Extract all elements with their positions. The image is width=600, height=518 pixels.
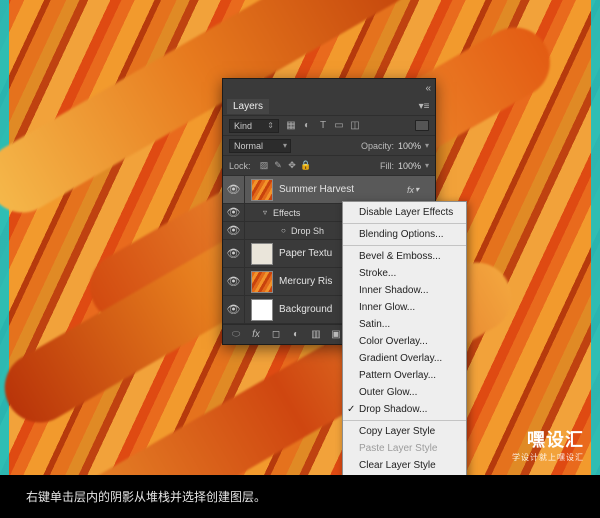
cm-blending-options[interactable]: Blending Options...: [343, 226, 466, 243]
cm-separator: [343, 223, 466, 224]
fill-label: Fill:: [380, 161, 394, 171]
panel-titlebar: «: [223, 79, 435, 97]
new-group-icon[interactable]: ▥: [309, 328, 323, 342]
visibility-icon[interactable]: 👁: [223, 222, 245, 239]
fill-value[interactable]: 100%: [398, 161, 421, 171]
link-layers-icon[interactable]: ⬭: [229, 328, 243, 342]
filter-toggle[interactable]: [415, 120, 429, 131]
cm-stroke[interactable]: Stroke...: [343, 265, 466, 282]
tutorial-caption: 右键单击层内的阴影从堆栈并选择创建图层。: [0, 475, 600, 518]
lock-position-icon[interactable]: ✥: [287, 160, 298, 171]
layer-fx-badge[interactable]: fx▾: [407, 185, 435, 195]
filter-type-icon[interactable]: T: [317, 120, 329, 132]
new-layer-icon[interactable]: ▣: [329, 328, 343, 342]
layer-thumbnail[interactable]: [251, 299, 273, 321]
lock-label: Lock:: [229, 161, 251, 171]
caption-text: 右键单击层内的阴影从堆栈并选择创建图层。: [26, 488, 266, 505]
filter-smart-icon[interactable]: ◫: [349, 120, 361, 132]
effects-label: Effects: [273, 208, 300, 218]
opacity-value[interactable]: 100%: [398, 141, 421, 151]
panel-menu-icon[interactable]: ▾≡: [417, 101, 431, 112]
lock-transparency-icon[interactable]: ▨: [259, 160, 270, 171]
cm-bevel-emboss[interactable]: Bevel & Emboss...: [343, 248, 466, 265]
cm-outer-glow[interactable]: Outer Glow...: [343, 384, 466, 401]
canvas-background: « Layers ▾≡ Kind ⇕ ▦ ◐ T ▭ ◫ Normal: [0, 0, 600, 475]
lock-all-icon[interactable]: 🔒: [301, 160, 312, 171]
layer-name: Summer Harvest: [279, 184, 407, 195]
cm-separator: [343, 245, 466, 246]
blend-row: Normal Opacity: 100% ▾: [223, 135, 435, 155]
visibility-icon[interactable]: 👁: [223, 176, 245, 203]
cm-paste-layer-style: Paste Layer Style: [343, 440, 466, 457]
blend-mode-select[interactable]: Normal: [229, 139, 291, 153]
filter-adjust-icon[interactable]: ◐: [301, 120, 313, 132]
opacity-slider-caret-icon[interactable]: ▾: [425, 141, 429, 150]
layer-row-summer-harvest[interactable]: 👁 Summer Harvest fx▾: [223, 176, 435, 204]
layer-thumbnail[interactable]: [251, 179, 273, 201]
watermark-tagline: 学设计就上嘿设汇: [512, 452, 584, 463]
opacity-label: Opacity:: [361, 141, 394, 151]
filter-shape-icon[interactable]: ▭: [333, 120, 345, 132]
fill-slider-caret-icon[interactable]: ▾: [425, 161, 429, 170]
visibility-icon[interactable]: 👁: [223, 204, 245, 221]
effect-name: Drop Sh: [291, 226, 324, 236]
cm-satin[interactable]: Satin...: [343, 316, 466, 333]
cm-drop-shadow[interactable]: Drop Shadow...: [343, 401, 466, 418]
cm-inner-shadow[interactable]: Inner Shadow...: [343, 282, 466, 299]
layer-style-context-menu: Disable Layer Effects Blending Options..…: [342, 201, 467, 475]
effects-twist-icon[interactable]: ▿: [263, 208, 273, 217]
filter-kind-label: Kind: [234, 121, 267, 131]
cm-separator: [343, 420, 466, 421]
filter-row: Kind ⇕ ▦ ◐ T ▭ ◫: [223, 115, 435, 135]
add-mask-icon[interactable]: ◻: [269, 328, 283, 342]
add-adjustment-icon[interactable]: ◐: [289, 328, 303, 342]
visibility-icon[interactable]: 👁: [223, 296, 245, 323]
cm-color-overlay[interactable]: Color Overlay...: [343, 333, 466, 350]
cm-inner-glow[interactable]: Inner Glow...: [343, 299, 466, 316]
cm-copy-layer-style[interactable]: Copy Layer Style: [343, 423, 466, 440]
blend-mode-value: Normal: [234, 141, 263, 151]
lock-image-icon[interactable]: ✎: [273, 160, 284, 171]
tab-layers[interactable]: Layers: [227, 99, 269, 114]
add-fx-icon[interactable]: fx: [249, 328, 263, 342]
layer-thumbnail[interactable]: [251, 243, 273, 265]
visibility-icon[interactable]: 👁: [223, 268, 245, 295]
watermark-logo-text: 嘿设汇: [512, 426, 584, 452]
cm-pattern-overlay[interactable]: Pattern Overlay...: [343, 367, 466, 384]
watermark: 嘿设汇 学设计就上嘿设汇: [512, 426, 584, 463]
filter-kind-select[interactable]: Kind ⇕: [229, 119, 279, 133]
filter-pixel-icon[interactable]: ▦: [285, 120, 297, 132]
panel-collapse-icon[interactable]: «: [425, 83, 431, 94]
layer-thumbnail[interactable]: [251, 271, 273, 293]
filter-icons: ▦ ◐ T ▭ ◫: [285, 120, 361, 132]
lock-icons: ▨ ✎ ✥ 🔒: [259, 160, 312, 171]
cm-clear-layer-style[interactable]: Clear Layer Style: [343, 457, 466, 474]
lock-row: Lock: ▨ ✎ ✥ 🔒 Fill: 100% ▾: [223, 155, 435, 175]
panel-tabs: Layers ▾≡: [223, 97, 435, 115]
cm-gradient-overlay[interactable]: Gradient Overlay...: [343, 350, 466, 367]
effect-bullet-icon: ○: [281, 226, 291, 235]
visibility-icon[interactable]: 👁: [223, 240, 245, 267]
cm-disable-layer-effects[interactable]: Disable Layer Effects: [343, 204, 466, 221]
